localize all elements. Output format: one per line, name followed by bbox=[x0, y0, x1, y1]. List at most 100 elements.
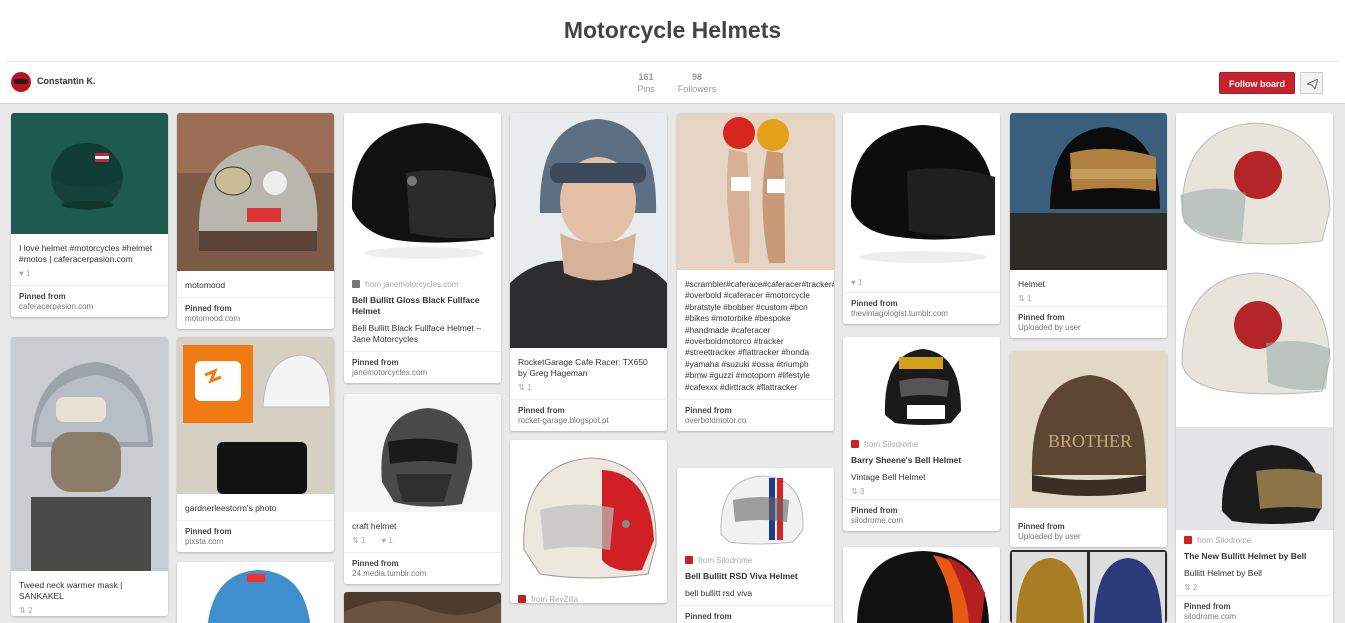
pin-via-source[interactable]: from Silodrome bbox=[677, 550, 834, 565]
pin-image[interactable] bbox=[344, 394, 501, 512]
pin-source-footer[interactable]: Pinned from motomood.com bbox=[177, 297, 334, 329]
send-board-button[interactable] bbox=[1300, 72, 1323, 94]
pin-stats: ⇅ 1 bbox=[1010, 290, 1167, 304]
pin-source-footer[interactable]: Pinned from caferacerpasion.com bbox=[11, 285, 168, 317]
pin-image[interactable] bbox=[1176, 113, 1333, 427]
pin-card[interactable] bbox=[843, 547, 1000, 623]
pin-image[interactable] bbox=[843, 113, 1000, 272]
pin-card[interactable]: from Silodrome The New Bullitt Helmet by… bbox=[1176, 113, 1333, 623]
header-divider bbox=[6, 61, 1339, 62]
pin-source-footer[interactable]: Pinned from rocket-garage.blogspot.pt bbox=[510, 399, 667, 431]
pin-card[interactable]: #scrambler#caferace#caferacer#tracker#bo… bbox=[677, 113, 834, 432]
pin-image[interactable] bbox=[510, 113, 667, 348]
pins-label: Pins bbox=[637, 84, 655, 94]
board-owner-link[interactable]: Constantin K. bbox=[37, 76, 96, 86]
pin-title[interactable]: Barry Sheene's Bell Helmet bbox=[843, 448, 1000, 466]
pin-card[interactable]: from janemotorcycles.com Bell Bullitt Gl… bbox=[344, 113, 501, 383]
pin-description: #scrambler#caferace#caferacer#tracker#bo… bbox=[685, 279, 834, 392]
pin-image[interactable] bbox=[11, 113, 168, 234]
pin-source-footer[interactable]: Pinned from thevintagologist.tumblr.com bbox=[843, 292, 1000, 324]
followers-count-stat[interactable]: 98 Followers bbox=[676, 71, 718, 95]
pin-source-footer[interactable]: Pinned from overboldmotor.co bbox=[677, 399, 834, 431]
pin-source-footer[interactable]: Pinned from bbox=[677, 605, 834, 623]
pin-via-source[interactable]: from janemotorcycles.com bbox=[344, 274, 501, 289]
pin-stats: ⇅ 3 bbox=[843, 483, 1000, 497]
source-favicon-icon bbox=[518, 595, 526, 603]
repin-count: ⇅ 1 bbox=[1018, 294, 1032, 303]
pin-title[interactable]: Bell Bullitt RSD Viva Helmet bbox=[677, 564, 834, 582]
pin-title[interactable]: Bell Bullitt Gloss Black Fullface Helmet bbox=[344, 288, 501, 317]
pin-card[interactable]: Helmet ⇅ 1 Pinned from Uploaded by user bbox=[1010, 113, 1167, 338]
pin-source-footer[interactable]: Pinned from silodrome.com bbox=[843, 499, 1000, 531]
like-count: ♥ 1 bbox=[381, 536, 393, 545]
pin-description: gardnerleestorm's photo bbox=[185, 503, 277, 513]
pin-card[interactable]: BROTHER Pinned from Uploaded by user bbox=[1010, 351, 1167, 547]
pins-count: 161 bbox=[638, 72, 654, 82]
pin-description: Vintage Bell Helmet bbox=[851, 472, 926, 482]
pin-image[interactable] bbox=[177, 562, 334, 623]
pin-description: craft helmet bbox=[352, 521, 397, 531]
pin-card[interactable] bbox=[344, 592, 501, 623]
pin-source-footer[interactable]: Pinned from janemotorcycles.com bbox=[344, 351, 501, 383]
pin-image[interactable] bbox=[843, 547, 1000, 623]
pins-count-stat[interactable]: 161 Pins bbox=[632, 71, 660, 95]
pin-image[interactable] bbox=[177, 113, 334, 271]
pin-image[interactable] bbox=[677, 113, 834, 270]
pin-stats: ⇅ 1 ♥ 1 bbox=[344, 532, 501, 546]
pin-stats: ⇅ 1 bbox=[510, 379, 667, 393]
pin-card[interactable]: I love helmet #motorcycles #helmet #moto… bbox=[11, 113, 168, 317]
pin-source-footer[interactable]: Pinned from 24.media.tumblr.com bbox=[344, 552, 501, 584]
pin-image[interactable]: BROTHER bbox=[1010, 351, 1167, 508]
pin-stats: ⇅ 2 bbox=[1176, 579, 1333, 593]
pin-source-footer[interactable]: Pinned from pixsta.com bbox=[177, 520, 334, 552]
pin-image[interactable] bbox=[677, 468, 834, 550]
source-favicon-icon bbox=[685, 556, 693, 564]
board-title: Motorcycle Helmets bbox=[563, 17, 782, 43]
pin-description: Helmet bbox=[1018, 279, 1045, 289]
board-header: Motorcycle Helmets Constantin K. 161 Pins… bbox=[0, 0, 1345, 104]
source-favicon-icon bbox=[1184, 536, 1192, 544]
pin-description: Tweed neck warmer mask | SANKAKEL bbox=[19, 580, 123, 601]
pin-source-footer[interactable]: Pinned from silodrome.com bbox=[1176, 595, 1333, 623]
pin-card[interactable]: from RevZilla bbox=[510, 440, 667, 603]
pin-card[interactable] bbox=[177, 562, 334, 623]
pin-image[interactable] bbox=[843, 337, 1000, 434]
pin-card[interactable]: from Silodrome Bell Bullitt RSD Viva Hel… bbox=[677, 468, 834, 623]
pin-image[interactable] bbox=[177, 337, 334, 494]
pin-via-source[interactable]: from RevZilla bbox=[510, 589, 667, 603]
repin-count: ⇅ 2 bbox=[1184, 583, 1198, 592]
pin-card[interactable]: gardnerleestorm's photo Pinned from pixst… bbox=[177, 337, 334, 552]
avatar[interactable] bbox=[11, 72, 31, 92]
pin-image[interactable] bbox=[1010, 113, 1167, 270]
pin-source-footer[interactable]: Pinned from Uploaded by user bbox=[1010, 516, 1167, 547]
pin-description: bell bullitt rsd viva bbox=[685, 588, 753, 598]
pin-card[interactable]: RocketGarage Cafe Racer: TX650 by Greg H… bbox=[510, 113, 667, 431]
pin-image[interactable] bbox=[1010, 550, 1167, 623]
pin-card[interactable]: craft helmet ⇅ 1 ♥ 1 Pinned from 24.media.… bbox=[344, 394, 501, 584]
repin-count: ⇅ 3 bbox=[851, 487, 865, 496]
like-count: ♥ 1 bbox=[851, 278, 863, 287]
pin-description: RocketGarage Cafe Racer: TX650 by Greg H… bbox=[518, 357, 648, 378]
pin-image[interactable] bbox=[11, 337, 168, 571]
like-count: ♥ 1 bbox=[19, 269, 31, 278]
source-favicon-icon bbox=[851, 440, 859, 448]
pin-card[interactable]: motomood Pinned from motomood.com bbox=[177, 113, 334, 329]
pin-title[interactable]: The New Bullitt Helmet by Bell bbox=[1176, 544, 1333, 562]
pin-card[interactable]: from Silodrome Barry Sheene's Bell Helme… bbox=[843, 337, 1000, 531]
pin-image[interactable] bbox=[344, 113, 501, 274]
pin-via-source[interactable]: from Silodrome bbox=[843, 434, 1000, 449]
followers-label: Followers bbox=[677, 84, 717, 94]
source-favicon-icon bbox=[352, 280, 360, 288]
pin-card[interactable]: Tweed neck warmer mask | SANKAKEL ⇅ 2 bbox=[11, 337, 168, 616]
pin-source-footer[interactable]: Pinned from Uploaded by user bbox=[1010, 306, 1167, 338]
pin-card[interactable] bbox=[1010, 550, 1167, 623]
pin-image[interactable] bbox=[344, 592, 501, 623]
follow-board-button[interactable]: Follow board bbox=[1219, 72, 1295, 94]
pin-via-source[interactable]: from Silodrome bbox=[1176, 530, 1333, 545]
pin-image[interactable] bbox=[1176, 427, 1333, 530]
pin-card[interactable]: ♥ 1 Pinned from thevintagologist.tumblr.c… bbox=[843, 113, 1000, 324]
followers-count: 98 bbox=[691, 72, 702, 82]
repin-count: ⇅ 1 bbox=[518, 383, 532, 392]
repin-count: ⇅ 2 bbox=[19, 606, 33, 615]
pin-image[interactable] bbox=[510, 440, 667, 589]
